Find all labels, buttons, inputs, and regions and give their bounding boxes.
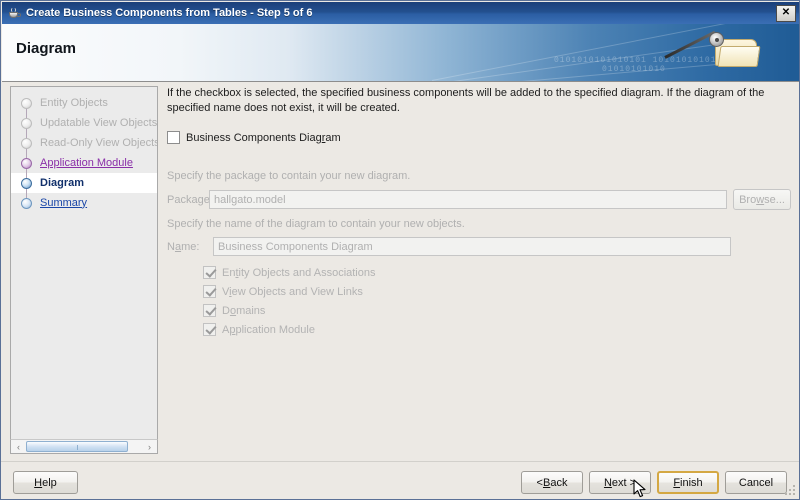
checkbox-label: View Objects and View Links <box>222 285 363 298</box>
checkbox-label: Business Components Diagram <box>186 131 341 144</box>
sidebar-item-updatable-view-objects: Updatable View Objects <box>11 113 158 133</box>
checkbox-box[interactable] <box>167 131 180 144</box>
cancel-button[interactable]: Cancel <box>725 471 787 494</box>
step-node-icon <box>21 137 32 149</box>
scroll-right-icon[interactable]: › <box>142 440 157 453</box>
checkbox-box <box>203 266 216 279</box>
checkbox-view-objects-and-view-links: View Objects and View Links <box>203 282 376 301</box>
step-container: Entity Objects Updatable View Objects Re… <box>11 93 158 213</box>
scrollbar-thumb[interactable] <box>26 441 129 452</box>
window-title: Create Business Components from Tables -… <box>26 7 313 19</box>
java-cup-icon <box>6 5 22 21</box>
step-node-icon <box>21 177 32 189</box>
checkbox-label: Application Module <box>222 323 315 336</box>
browse-button[interactable]: Bro w se... <box>733 189 791 210</box>
banner-divider <box>2 81 799 82</box>
scroll-left-icon[interactable]: ‹ <box>11 440 26 453</box>
sidebar-item-label: Read-Only View Objects <box>40 136 158 149</box>
description-text: If the checkbox is selected, the specifi… <box>167 87 765 114</box>
finish-button[interactable]: Finish <box>657 471 719 494</box>
checkbox-label: Entity Objects and Associations <box>222 266 376 279</box>
back-button[interactable]: < Back <box>521 471 583 494</box>
sidebar-item-entity-objects: Entity Objects <box>11 93 157 113</box>
sidebar-item-label: Updatable View Objects <box>40 116 158 129</box>
gear-icon <box>709 32 724 47</box>
header-banner: Diagram 0101010101010101 1010101010101 0… <box>2 24 799 82</box>
banner-swoosh <box>431 24 727 81</box>
banner-swoosh <box>441 62 731 82</box>
business-components-diagram-checkbox[interactable]: Business Components Diagram <box>167 131 341 144</box>
resize-grip[interactable] <box>783 483 797 497</box>
sidebar-item-label: Entity Objects <box>40 96 108 109</box>
sidebar-item-application-module[interactable]: Application Module <box>11 153 157 173</box>
sidebar-item-diagram[interactable]: Diagram <box>11 173 157 193</box>
close-icon[interactable]: ✕ <box>776 4 796 22</box>
step-node-icon <box>21 117 32 129</box>
name-label: Name: <box>167 240 200 253</box>
footer-divider <box>1 461 799 462</box>
help-button[interactable]: Help <box>13 471 78 494</box>
scrollbar-track[interactable] <box>26 440 142 453</box>
sub-checkbox-group: Entity Objects and Associations View Obj… <box>203 263 376 339</box>
title-bar: Create Business Components from Tables -… <box>2 2 799 24</box>
sidebar-horizontal-scrollbar[interactable]: ‹ › <box>10 439 158 454</box>
checkbox-entity-objects-and-associations: Entity Objects and Associations <box>203 263 376 282</box>
name-input[interactable]: Business Components Diagram <box>213 237 731 256</box>
name-hint-text: Specify the name of the diagram to conta… <box>167 218 465 230</box>
name-field-row: Name: Business Components Diagram <box>167 237 793 256</box>
checkbox-domains: Domains <box>203 301 376 320</box>
checkbox-label: Domains <box>222 304 266 317</box>
checkbox-box <box>203 304 216 317</box>
next-button[interactable]: Next > <box>589 471 651 494</box>
sidebar-item-label: Diagram <box>40 176 85 189</box>
wizard-step-list: Entity Objects Updatable View Objects Re… <box>10 86 158 454</box>
package-hint-text: Specify the package to contain your new … <box>167 170 411 182</box>
step-node-icon <box>21 157 32 169</box>
package-input[interactable]: hallgato.model <box>209 190 727 209</box>
package-label: Package: <box>167 193 213 206</box>
checkbox-box <box>203 285 216 298</box>
sidebar-item-read-only-view-objects: Read-Only View Objects <box>11 133 158 153</box>
package-field-row: Package: hallgato.model Bro w se... <box>167 189 793 210</box>
checkbox-application-module: Application Module <box>203 320 376 339</box>
sidebar-item-label[interactable]: Summary <box>40 197 87 209</box>
sidebar-item-label[interactable]: Application Module <box>40 157 133 169</box>
sidebar-item-summary[interactable]: Summary <box>11 193 157 213</box>
checkbox-box <box>203 323 216 336</box>
step-node-icon <box>21 97 32 109</box>
dialog-window: Create Business Components from Tables -… <box>0 0 800 500</box>
page-title: Diagram <box>16 40 77 57</box>
wizard-button-group: < Back Next > Finish Cancel <box>521 471 787 494</box>
content-panel: If the checkbox is selected, the specifi… <box>167 86 793 454</box>
step-node-icon <box>21 197 32 209</box>
